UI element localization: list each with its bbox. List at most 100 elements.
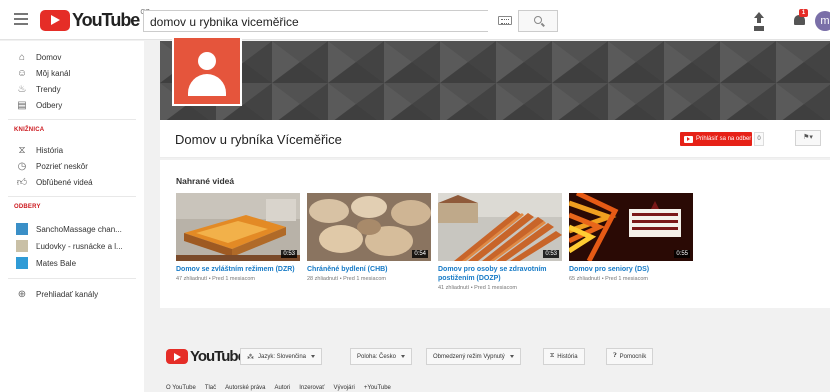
youtube-play-icon bbox=[166, 349, 188, 364]
history-label: História bbox=[557, 353, 578, 360]
sidebar-divider bbox=[8, 119, 136, 120]
hourglass-icon: ⧖ bbox=[550, 353, 555, 359]
sidebar-item-label: Môj kanál bbox=[36, 68, 71, 78]
video-thumbnail[interactable]: 0:53 bbox=[438, 193, 562, 261]
video-title[interactable]: Domov se zvláštním režimem (DZR) bbox=[176, 265, 300, 274]
sidebar-item-label: Obľúbené videá bbox=[36, 177, 93, 187]
channel-banner bbox=[160, 41, 830, 120]
channel-thumbnail bbox=[16, 223, 28, 235]
footer-link[interactable]: Inzerovať bbox=[299, 385, 324, 391]
youtube-play-icon bbox=[40, 9, 70, 31]
footer-link[interactable]: Tlač bbox=[205, 385, 216, 391]
video-duration: 0:55 bbox=[674, 250, 690, 258]
caret-down-icon bbox=[401, 355, 406, 358]
notification-badge: 1 bbox=[799, 9, 808, 17]
channel-header: Domov u rybníka Víceměřice Prihlásiť sa … bbox=[160, 120, 830, 158]
sidebar-item-liked-videos[interactable]: 👍︎ Obľúbené videá bbox=[0, 174, 144, 190]
sidebar-item-label: Odbery bbox=[36, 100, 63, 110]
video-meta: 65 zhliadnutí • Pred 1 mesiacom bbox=[569, 276, 648, 282]
clock-icon: ◷ bbox=[17, 160, 27, 172]
video-thumbnail[interactable]: 0:53 bbox=[176, 193, 300, 261]
video-duration: 0:53 bbox=[543, 250, 559, 258]
footer-logo-text: YouTube bbox=[190, 348, 246, 365]
video-meta: 47 zhliadnutí • Pred 1 mesiacom bbox=[176, 276, 255, 282]
footer-link[interactable]: O YouTube bbox=[166, 385, 196, 391]
video-thumbnail[interactable]: 0:55 bbox=[569, 193, 693, 261]
sidebar-item-subscription[interactable]: Mates Bale bbox=[0, 255, 144, 271]
search-button[interactable] bbox=[518, 10, 558, 32]
footer-youtube-logo[interactable]: YouTube bbox=[166, 348, 246, 365]
subscriber-count: 0 bbox=[754, 132, 764, 146]
subscribe-button[interactable]: Prihlásiť sa na odber bbox=[680, 132, 752, 146]
video-card[interactable]: 0:53 Domov se zvláštním režimem (DZR) 47… bbox=[176, 193, 300, 282]
sidebar-item-my-channel[interactable]: ☺ Môj kanál bbox=[0, 65, 144, 81]
sidebar-item-subscription[interactable]: SanchoMassage chan... bbox=[0, 221, 144, 237]
search-icon bbox=[534, 16, 542, 24]
hourglass-icon: ⧖ bbox=[18, 144, 26, 156]
footer-link[interactable]: +YouTube bbox=[364, 385, 391, 391]
video-meta: 28 zhliadnutí • Pred 1 mesiacom bbox=[307, 276, 386, 282]
restricted-mode-button[interactable]: Obmedzený režim Vypnutý bbox=[426, 348, 521, 365]
thumbs-up-icon: 👍︎ bbox=[16, 177, 28, 188]
sidebar-item-trending[interactable]: ♨ Trendy bbox=[0, 81, 144, 97]
library-heading[interactable]: KNIŽNICA bbox=[14, 127, 44, 133]
person-icon: ☺ bbox=[16, 67, 28, 79]
video-card[interactable]: 0:54 Chráněné bydlení (CHB) 28 zhliadnut… bbox=[307, 193, 431, 282]
flag-menu-button[interactable]: ⚑▾ bbox=[795, 130, 821, 146]
channel-thumbnail bbox=[16, 257, 28, 269]
search-input[interactable]: domov u rybnika viceměřice bbox=[143, 10, 488, 32]
hamburger-menu-icon[interactable] bbox=[14, 13, 28, 25]
language-button[interactable]: ⁂ Jazyk: Slovenčina bbox=[240, 348, 323, 365]
help-icon: ❓︎ bbox=[613, 353, 617, 359]
channel-avatar[interactable] bbox=[172, 36, 242, 106]
language-icon: ⁂ bbox=[247, 353, 254, 361]
video-title[interactable]: Chráněné bydlení (CHB) bbox=[307, 265, 431, 274]
language-label: Jazyk: Slovenčina bbox=[258, 353, 307, 360]
sidebar-item-label: História bbox=[36, 145, 64, 155]
location-button[interactable]: Poloha: Česko bbox=[350, 348, 413, 365]
footer-link[interactable]: Autori bbox=[275, 385, 291, 391]
help-label: Pomocník bbox=[619, 353, 647, 360]
avatar[interactable]: m bbox=[815, 11, 830, 31]
upload-icon[interactable] bbox=[752, 12, 766, 28]
subscriptions-icon: ▤ bbox=[17, 99, 27, 111]
sidebar-item-label: Trendy bbox=[36, 84, 61, 94]
subscribe-label: Prihlásiť sa na odber bbox=[696, 136, 752, 142]
sidebar-item-home[interactable]: ⌂ Domov bbox=[0, 49, 144, 65]
sidebar-item-subscriptions[interactable]: ▤ Odbery bbox=[0, 97, 144, 113]
video-card[interactable]: 0:55 Domov pro seniory (DS) 65 zhliadnut… bbox=[569, 193, 693, 282]
footer-link[interactable]: Vývojári bbox=[333, 385, 354, 391]
help-button[interactable]: ❓︎ Pomocník bbox=[606, 348, 654, 365]
footer: YouTube ⁂ Jazyk: Slovenčina Poloha: Česk… bbox=[160, 340, 830, 392]
logo-text: YouTube bbox=[72, 9, 140, 30]
sidebar-item-label: Prehliadať kanály bbox=[36, 289, 99, 299]
video-card[interactable]: 0:53 Domov pro osoby se zdravotním posti… bbox=[438, 193, 562, 291]
plus-circle-icon: ⊕ bbox=[17, 288, 27, 300]
footer-links: O YouTube Tlač Autorské práva Autori Inz… bbox=[166, 385, 400, 391]
sidebar-item-browse-channels[interactable]: ⊕ Prehliadať kanály bbox=[0, 286, 144, 302]
caret-down-icon bbox=[509, 355, 514, 358]
sidebar: ⌂ Domov ☺ Môj kanál ♨ Trendy ▤ Odbery KN… bbox=[0, 41, 144, 392]
video-title[interactable]: Domov pro seniory (DS) bbox=[569, 265, 693, 274]
video-thumbnail[interactable]: 0:54 bbox=[307, 193, 431, 261]
uploads-section: Nahrané videá 0:53 Domov se zvláštním re… bbox=[160, 160, 830, 308]
video-title[interactable]: Domov pro osoby se zdravotním postižením… bbox=[438, 265, 562, 283]
sidebar-item-watch-later[interactable]: ◷ Pozrieť neskôr bbox=[0, 158, 144, 174]
subscriptions-heading[interactable]: ODBERY bbox=[14, 204, 41, 210]
restricted-mode-label: Obmedzený režim Vypnutý bbox=[433, 353, 505, 360]
sidebar-item-subscription[interactable]: Ľudovky - rusnácke a l... bbox=[0, 238, 144, 254]
top-bar: YouTube CZ domov u rybnika viceměřice 1 … bbox=[0, 0, 830, 40]
video-duration: 0:54 bbox=[412, 250, 428, 258]
channel-title: Domov u rybníka Víceměřice bbox=[175, 132, 342, 147]
youtube-play-icon bbox=[684, 135, 693, 143]
section-title[interactable]: Nahrané videá bbox=[176, 176, 234, 186]
sidebar-item-history[interactable]: ⧖ História bbox=[0, 142, 144, 158]
footer-link[interactable]: Autorské práva bbox=[225, 385, 265, 391]
sidebar-divider bbox=[8, 196, 136, 197]
history-button[interactable]: ⧖ História bbox=[543, 348, 585, 365]
sidebar-item-label: Ľudovky - rusnácke a l... bbox=[36, 241, 123, 251]
youtube-logo[interactable]: YouTube CZ bbox=[40, 9, 150, 31]
keyboard-icon[interactable] bbox=[498, 16, 512, 25]
channel-thumbnail bbox=[16, 240, 28, 252]
sidebar-item-label: Domov bbox=[36, 52, 62, 62]
